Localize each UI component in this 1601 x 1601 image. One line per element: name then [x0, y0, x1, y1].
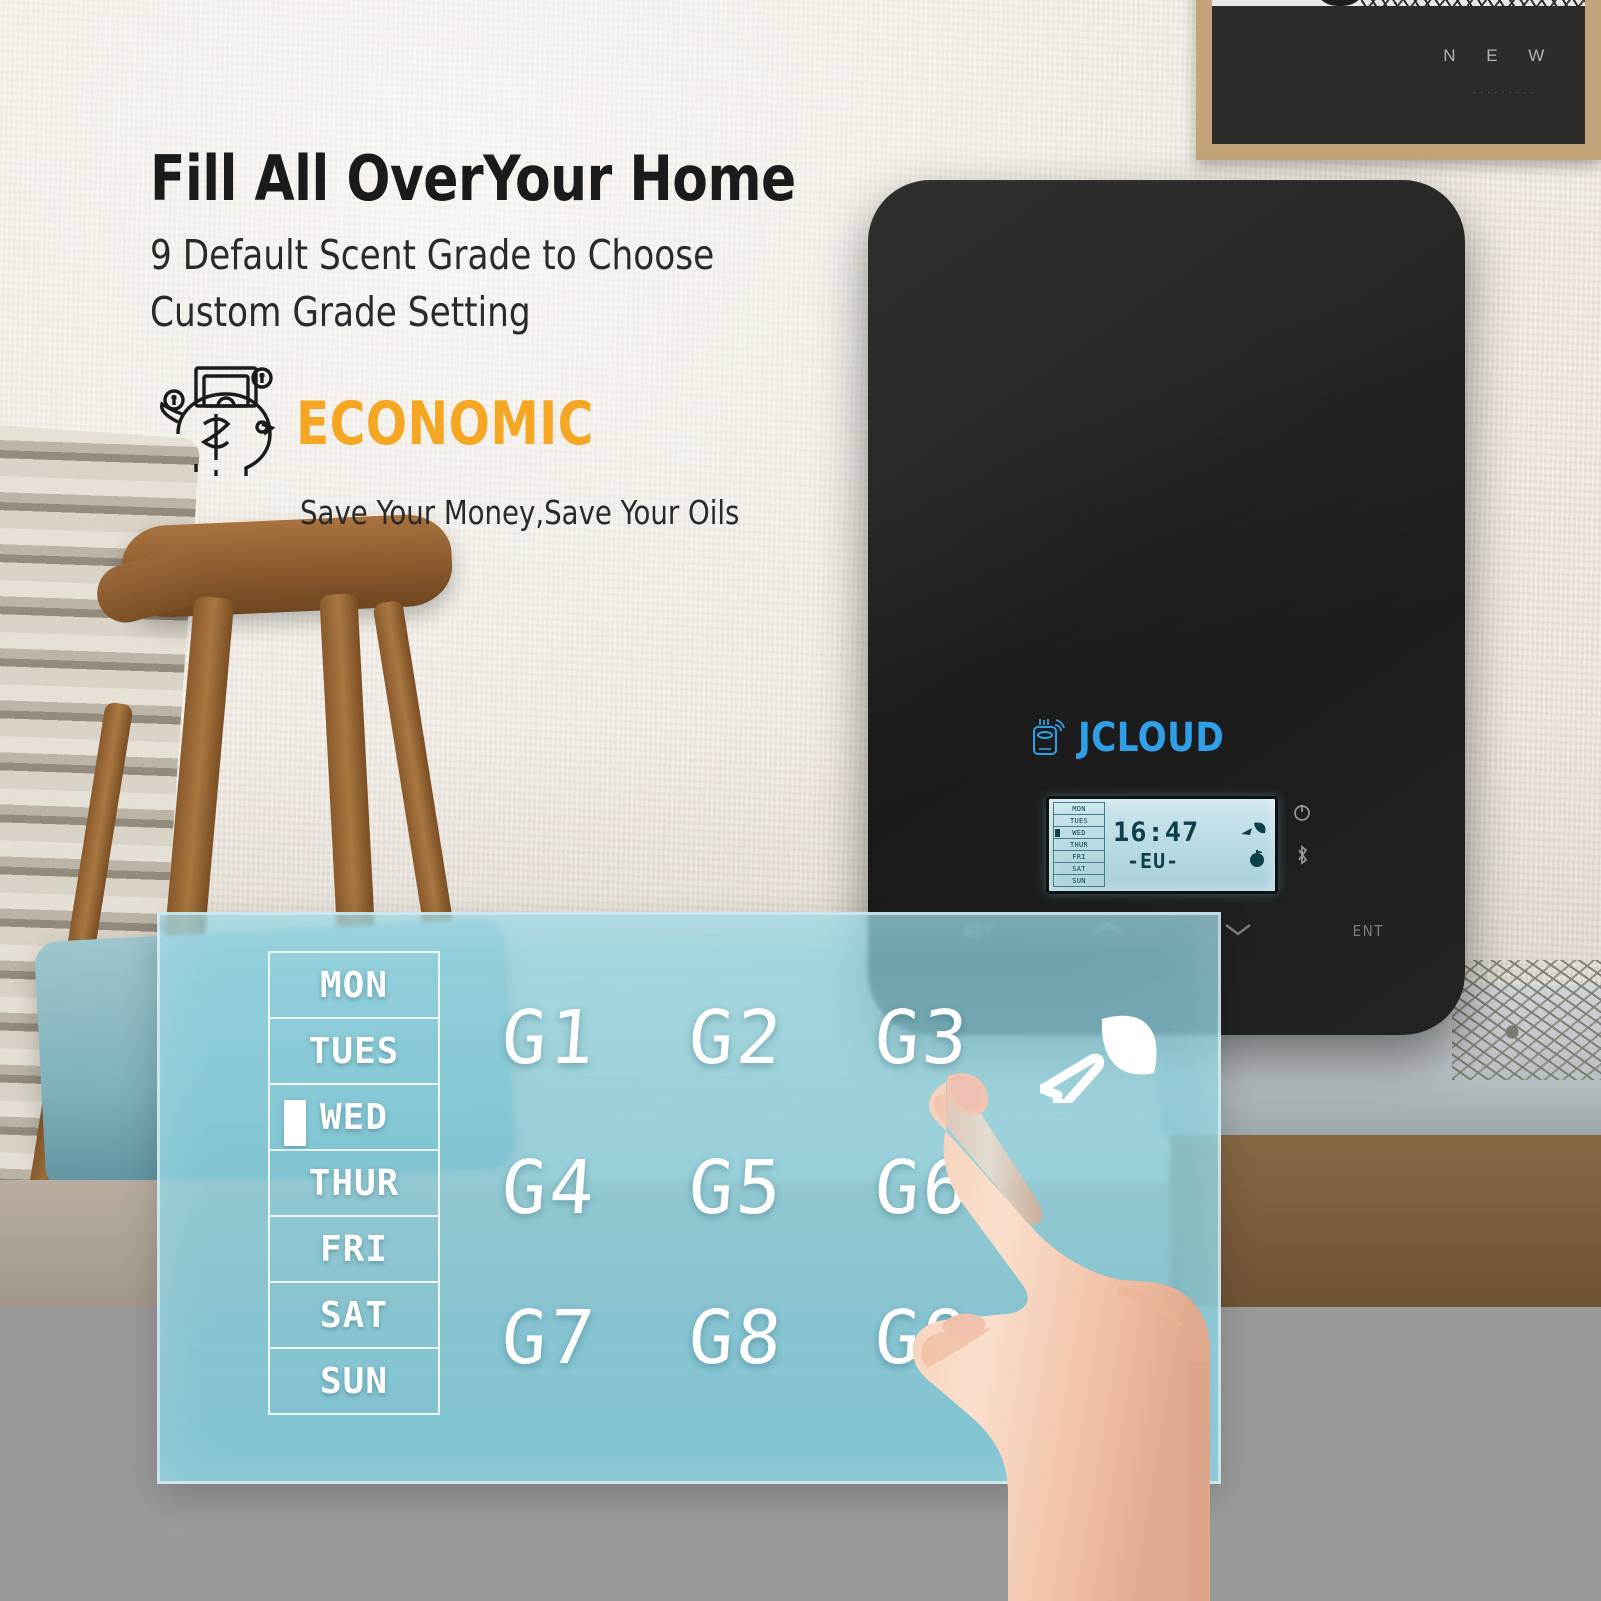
lcd-day: THUR: [1053, 838, 1105, 850]
grade-label: G4: [498, 1145, 601, 1231]
frame-photo: [1212, 0, 1585, 6]
device-gloss: [868, 180, 1465, 1035]
lcd-day-active: WED: [1053, 826, 1105, 838]
bluetooth-icon[interactable]: [1294, 844, 1310, 866]
overlay-day-label: SAT: [319, 1294, 389, 1336]
lcd-day-column: MON TUES WED THUR FRI SAT SUN: [1049, 799, 1107, 891]
grade-option-g2[interactable]: G2: [677, 963, 864, 1113]
bench-base: [1170, 1120, 1601, 1307]
grade-label: G7: [498, 1295, 601, 1381]
economic-badge: ECONOMIC: [296, 388, 594, 459]
overlay-day-wed-selected[interactable]: WED: [270, 1085, 438, 1151]
grade-option-g6[interactable]: G6: [863, 1113, 1050, 1263]
grade-label: G8: [685, 1295, 787, 1381]
overlay-day-mon[interactable]: MON: [270, 953, 438, 1019]
overlay-day-sun[interactable]: SUN: [270, 1349, 438, 1413]
spray-nozzle-icon: [1241, 821, 1267, 844]
headline-sub-2: Custom Grade Setting: [150, 287, 531, 336]
wall-picture-frame: N E W .........: [1196, 0, 1601, 160]
grade-option-g9[interactable]: G9: [863, 1263, 1050, 1413]
grade-option-g5[interactable]: G5: [677, 1113, 864, 1263]
headline-title: Fill All OverYour Home: [150, 142, 796, 215]
product-marketing-image: N E W ......... Fill All OverYour Home 9…: [0, 0, 1601, 1601]
lcd-mode-row: -EU-: [1113, 848, 1275, 873]
diffuser-wifi-icon: [1031, 716, 1065, 761]
ent-button[interactable]: ENT: [1353, 922, 1384, 940]
piggy-bank-icon: [154, 362, 282, 485]
overlay-day-label: WED: [319, 1096, 389, 1138]
lcd-day: FRI: [1053, 850, 1105, 862]
lcd-time: 16:47: [1113, 817, 1200, 848]
grade-label: G1: [498, 995, 601, 1081]
poster-subtext: .........: [1473, 86, 1539, 95]
headline-tagline: Save Your Money,Save Your Oils: [300, 493, 740, 533]
overlay-day-label: TUES: [308, 1030, 400, 1072]
grade-label: G9: [872, 1295, 974, 1381]
brand-name: JCLOUD: [1078, 715, 1225, 761]
lcd-day: SAT: [1053, 862, 1105, 874]
grade-grid: G1 G2 G3 G4 G5 G6 G7 G8 G9: [490, 963, 1050, 1413]
grade-label: G3: [872, 995, 974, 1081]
poster-word: N E W: [1443, 46, 1558, 65]
overlay-day-label: FRI: [319, 1228, 389, 1270]
grade-label: G5: [685, 1145, 787, 1231]
lcd-day: MON: [1053, 802, 1105, 814]
grade-option-g1[interactable]: G1: [490, 963, 677, 1113]
brand-logo: JCLOUD: [1031, 715, 1232, 761]
overlay-day-label: THUR: [308, 1162, 400, 1204]
aroma-diffuser-device: JCLOUD MON TUES WED THUR FRI SAT SUN 16:…: [868, 180, 1465, 1035]
lcd-time-row: 16:47: [1113, 817, 1275, 848]
grade-option-g7[interactable]: G7: [490, 1263, 677, 1413]
grade-option-g3[interactable]: G3: [863, 963, 1050, 1113]
grade-selection-overlay: MON TUES WED THUR FRI SAT SUN G1 G2 G3 G…: [157, 912, 1221, 1484]
chevron-down-icon[interactable]: [1223, 920, 1253, 942]
grade-label: G2: [685, 995, 787, 1081]
overlay-day-label: MON: [319, 964, 389, 1006]
overlay-day-sat[interactable]: SAT: [270, 1283, 438, 1349]
grade-label: G6: [872, 1145, 974, 1231]
overlay-day-tues[interactable]: TUES: [270, 1019, 438, 1085]
device-indicators: [1292, 802, 1312, 866]
headline-block: Fill All OverYour Home 9 Default Scent G…: [150, 146, 880, 532]
lcd-mode: -EU-: [1127, 848, 1180, 873]
plant: [1452, 960, 1601, 1080]
grade-option-g8[interactable]: G8: [677, 1263, 864, 1413]
power-icon[interactable]: [1292, 802, 1312, 822]
overlay-day-thur[interactable]: THUR: [270, 1151, 438, 1217]
overlay-day-list: MON TUES WED THUR FRI SAT SUN: [268, 951, 440, 1415]
lcd-main-area: 16:47 -EU-: [1107, 799, 1275, 891]
headline-sub-1: 9 Default Scent Grade to Choose: [150, 231, 715, 280]
grade-option-g4[interactable]: G4: [490, 1113, 677, 1263]
lcd-day: SUN: [1053, 874, 1105, 887]
lcd-day: TUES: [1053, 814, 1105, 826]
device-lcd-screen: MON TUES WED THUR FRI SAT SUN 16:47 -EU-: [1046, 796, 1278, 894]
overlay-day-label: SUN: [319, 1360, 389, 1402]
frame-mat: N E W .........: [1212, 0, 1585, 144]
oil-bottle-icon: [1247, 848, 1267, 873]
overlay-day-fri[interactable]: FRI: [270, 1217, 438, 1283]
spray-nozzle-icon: [1037, 1011, 1166, 1108]
